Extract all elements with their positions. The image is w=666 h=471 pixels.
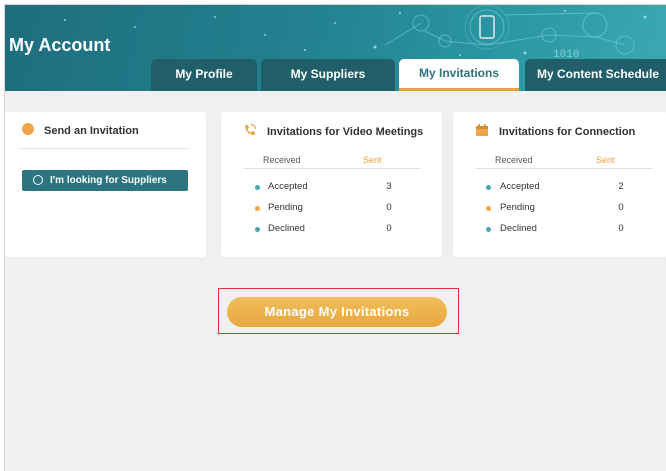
accepted-bullet bbox=[255, 185, 260, 190]
video-meetings-card: Invitations for Video Meetings Received … bbox=[221, 112, 442, 257]
declined-label: Declined bbox=[500, 223, 537, 234]
page-title: My Account bbox=[9, 35, 111, 55]
pending-label: Pending bbox=[500, 202, 535, 213]
accepted-bullet bbox=[486, 185, 491, 190]
connection-title: Invitations for Connection bbox=[499, 126, 636, 138]
connection-card: Invitations for Connection Received Sent… bbox=[453, 112, 666, 257]
send-invitation-title: Send an Invitation bbox=[44, 125, 139, 137]
account-header: 1010 My Account My Profile My Suppliers … bbox=[5, 5, 666, 91]
accepted-label: Accepted bbox=[500, 181, 540, 192]
sent-column-header[interactable]: Sent bbox=[363, 155, 382, 165]
pending-label: Pending bbox=[268, 202, 303, 213]
divider bbox=[19, 148, 189, 149]
tab-my-content-schedule[interactable]: My Content Schedule bbox=[525, 59, 666, 91]
tab-bar: My Profile My Suppliers My Invitations M… bbox=[5, 59, 666, 91]
page-frame: 1010 My Account My Profile My Suppliers … bbox=[4, 4, 666, 471]
tab-my-invitations[interactable]: My Invitations bbox=[399, 59, 519, 91]
declined-count: 0 bbox=[386, 223, 392, 234]
declined-bullet bbox=[255, 227, 260, 232]
divider bbox=[475, 168, 653, 169]
looking-for-suppliers-button[interactable]: I'm looking for Suppliers bbox=[22, 170, 188, 191]
looking-for-suppliers-label: I'm looking for Suppliers bbox=[50, 175, 167, 186]
tab-my-suppliers[interactable]: My Suppliers bbox=[261, 59, 395, 91]
pending-count: 0 bbox=[386, 202, 392, 213]
pending-count: 0 bbox=[618, 202, 624, 213]
accepted-count: 3 bbox=[386, 181, 392, 192]
declined-label: Declined bbox=[268, 223, 305, 234]
declined-bullet bbox=[486, 227, 491, 232]
calendar-icon bbox=[476, 124, 488, 136]
received-column-header: Received bbox=[495, 155, 533, 165]
manage-invitations-button[interactable]: Manage My Invitations bbox=[227, 297, 447, 327]
chat-bubble-icon bbox=[22, 123, 34, 135]
divider bbox=[243, 168, 421, 169]
sent-column-header[interactable]: Sent bbox=[596, 155, 615, 165]
accepted-label: Accepted bbox=[268, 181, 308, 192]
phone-icon bbox=[245, 123, 257, 135]
pending-bullet bbox=[255, 206, 260, 211]
accepted-count: 2 bbox=[618, 181, 624, 192]
declined-count: 0 bbox=[618, 223, 624, 234]
pending-bullet bbox=[486, 206, 491, 211]
tab-my-profile[interactable]: My Profile bbox=[151, 59, 257, 91]
received-column-header: Received bbox=[263, 155, 301, 165]
user-circle-icon bbox=[33, 175, 43, 185]
video-meetings-title: Invitations for Video Meetings bbox=[267, 126, 424, 138]
